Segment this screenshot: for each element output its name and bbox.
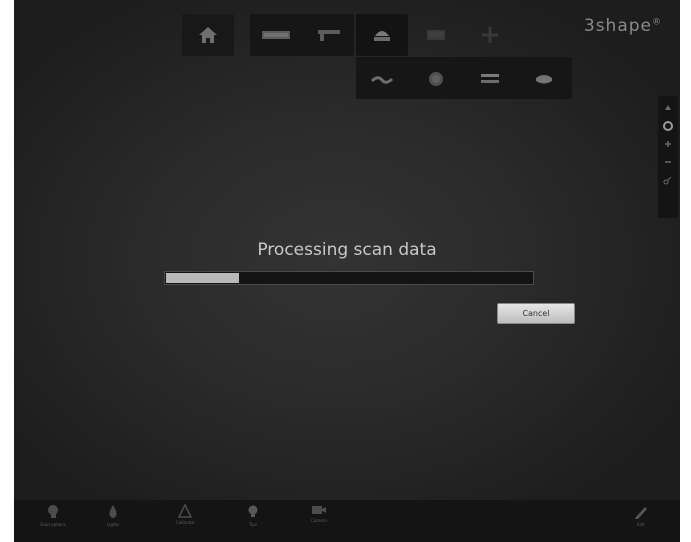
head-icon xyxy=(48,505,58,518)
arrow-up-icon xyxy=(665,105,671,110)
model-box-button[interactable] xyxy=(410,14,462,56)
rotate-icon xyxy=(663,121,673,131)
scan-options-label: Scan options xyxy=(40,522,66,527)
jaw-button[interactable] xyxy=(518,58,570,100)
home-button[interactable] xyxy=(182,14,234,56)
layers-icon xyxy=(481,74,499,83)
lights-button[interactable]: Lights xyxy=(88,504,138,538)
arrows-button[interactable] xyxy=(464,14,516,56)
progress-bar xyxy=(164,271,534,285)
bulb-icon xyxy=(248,505,258,517)
brand-logo-mark: ® xyxy=(652,17,662,28)
calibrate-label: Calibrate xyxy=(175,520,195,525)
clock-icon xyxy=(429,72,443,86)
bite-icon xyxy=(370,76,394,84)
zoom-in-icon xyxy=(665,141,671,147)
bottom-toolbar: Scan options Lights Calibrate Tips Camer… xyxy=(14,500,680,542)
scan-options-button[interactable]: Scan options xyxy=(28,504,78,538)
brand-logo-text: 3shape xyxy=(583,16,652,36)
scanner-screen: 3shape® Processing scan data Cancel Scan… xyxy=(14,0,680,542)
tooth-crown-button[interactable] xyxy=(356,14,408,56)
camera-button[interactable]: Camera xyxy=(294,504,344,538)
processing-title: Processing scan data xyxy=(257,240,437,260)
tips-label: Tips xyxy=(248,522,258,527)
key-icon xyxy=(663,176,672,185)
view-controls-panel xyxy=(658,96,678,218)
jaw-icon xyxy=(536,75,552,84)
bite-button[interactable] xyxy=(356,58,408,100)
key-button[interactable] xyxy=(661,174,675,186)
lights-label: Lights xyxy=(106,522,120,527)
clock-button[interactable] xyxy=(410,58,462,100)
layers-button[interactable] xyxy=(464,58,516,100)
scanner-wand-button[interactable] xyxy=(304,14,356,56)
arrows-icon xyxy=(482,27,498,43)
scanner-bar-button[interactable] xyxy=(250,14,302,56)
pen-icon xyxy=(635,507,647,519)
calibrate-button[interactable]: Calibrate xyxy=(160,504,210,538)
progress-bar-fill xyxy=(166,273,239,283)
zoom-out-icon xyxy=(665,161,671,163)
app-window: 3shape® Processing scan data Cancel Scan… xyxy=(0,0,691,542)
edit-button[interactable]: Edit xyxy=(616,504,666,538)
cancel-button[interactable]: Cancel xyxy=(497,303,575,324)
camera-label: Camera xyxy=(311,518,327,523)
model-box-icon xyxy=(427,30,445,40)
drop-icon xyxy=(109,505,117,518)
arrow-up-button[interactable] xyxy=(661,102,675,114)
brand-logo: 3shape® xyxy=(584,16,662,36)
edit-label: Edit xyxy=(637,522,645,527)
scanner-bar-icon xyxy=(262,31,290,39)
warning-icon xyxy=(178,504,192,518)
home-icon xyxy=(199,27,217,43)
scanner-wand-icon xyxy=(318,30,340,41)
tips-button[interactable]: Tips xyxy=(228,504,278,538)
video-camera-icon xyxy=(312,506,326,514)
zoom-out-button[interactable] xyxy=(661,156,675,168)
zoom-in-button[interactable] xyxy=(661,138,675,150)
tooth-crown-icon xyxy=(374,31,390,41)
rotate-button[interactable] xyxy=(661,120,675,132)
